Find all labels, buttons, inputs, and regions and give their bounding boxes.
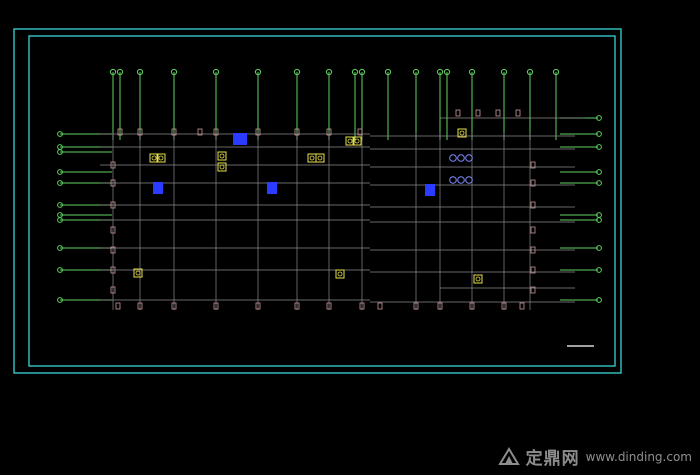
column-marker	[495, 109, 501, 117]
blue-fixture-ring	[465, 154, 473, 162]
column-marker	[455, 109, 461, 117]
equipment-symbol	[217, 162, 227, 172]
blue-fixture-symbol	[153, 182, 163, 194]
blue-fixture-symbol	[267, 182, 277, 194]
site-watermark: 定鼎网 www.dinding.com	[497, 444, 692, 469]
equipment-symbol	[335, 269, 345, 279]
column-marker	[530, 226, 536, 234]
column-marker	[515, 109, 521, 117]
inner-frame	[28, 35, 616, 367]
equipment-symbol-core	[309, 155, 315, 161]
cad-drawing-viewport[interactable]: 定鼎网 www.dinding.com	[0, 0, 700, 475]
blue-fixture-symbol	[425, 184, 435, 196]
equipment-symbol	[315, 153, 325, 163]
watermark-url: www.dinding.com	[585, 449, 692, 464]
blue-fixture-symbol	[237, 133, 247, 145]
column-marker	[475, 109, 481, 117]
blue-fixture-ring	[457, 154, 465, 162]
leaf-logo-icon	[497, 446, 520, 465]
equipment-symbol-core	[151, 155, 157, 161]
cad-drawing	[13, 28, 622, 374]
equipment-symbol-core	[475, 276, 481, 282]
watermark-brand: 定鼎网	[525, 449, 580, 469]
equipment-symbol-core	[158, 155, 164, 161]
equipment-symbol-core	[219, 153, 225, 159]
blue-fixture-ring	[449, 176, 457, 184]
blue-fixture-ring	[465, 176, 473, 184]
equipment-symbol	[473, 274, 483, 284]
equipment-symbol-core	[337, 271, 343, 277]
column-marker	[519, 302, 525, 310]
equipment-symbol-core	[317, 155, 323, 161]
blue-fixture-ring	[449, 154, 457, 162]
equipment-symbol-core	[347, 138, 353, 144]
column-marker	[377, 302, 383, 310]
equipment-symbol-core	[459, 130, 465, 136]
blue-fixture-ring	[457, 176, 465, 184]
equipment-symbol-core	[354, 138, 360, 144]
equipment-symbol	[217, 151, 227, 161]
equipment-symbol-core	[135, 270, 141, 276]
equipment-symbol-core	[219, 164, 225, 170]
column-marker	[115, 302, 121, 310]
equipment-symbol	[307, 153, 317, 163]
